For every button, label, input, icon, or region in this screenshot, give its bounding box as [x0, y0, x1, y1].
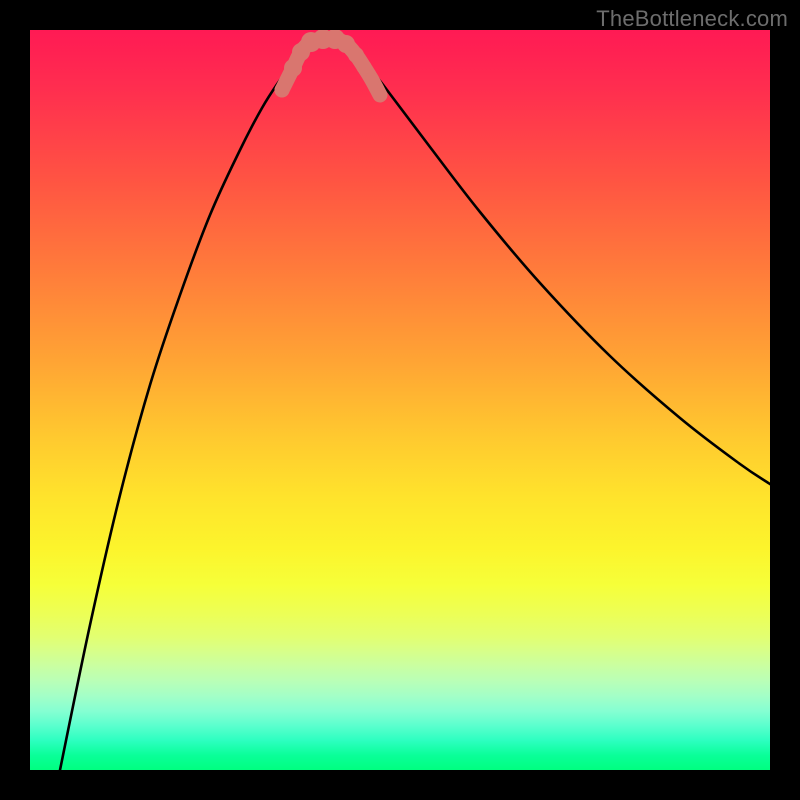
marker-dot — [365, 73, 379, 87]
right-curve — [346, 40, 770, 484]
marker-dot — [357, 60, 372, 75]
marker-dot — [275, 83, 290, 98]
marker-dot — [373, 88, 387, 102]
left-curve — [60, 40, 314, 770]
marker-dot — [284, 59, 302, 77]
watermark-text: TheBottleneck.com — [596, 6, 788, 32]
chart-frame: TheBottleneck.com — [0, 0, 800, 800]
plot-area — [30, 30, 770, 770]
chart-svg — [30, 30, 770, 770]
